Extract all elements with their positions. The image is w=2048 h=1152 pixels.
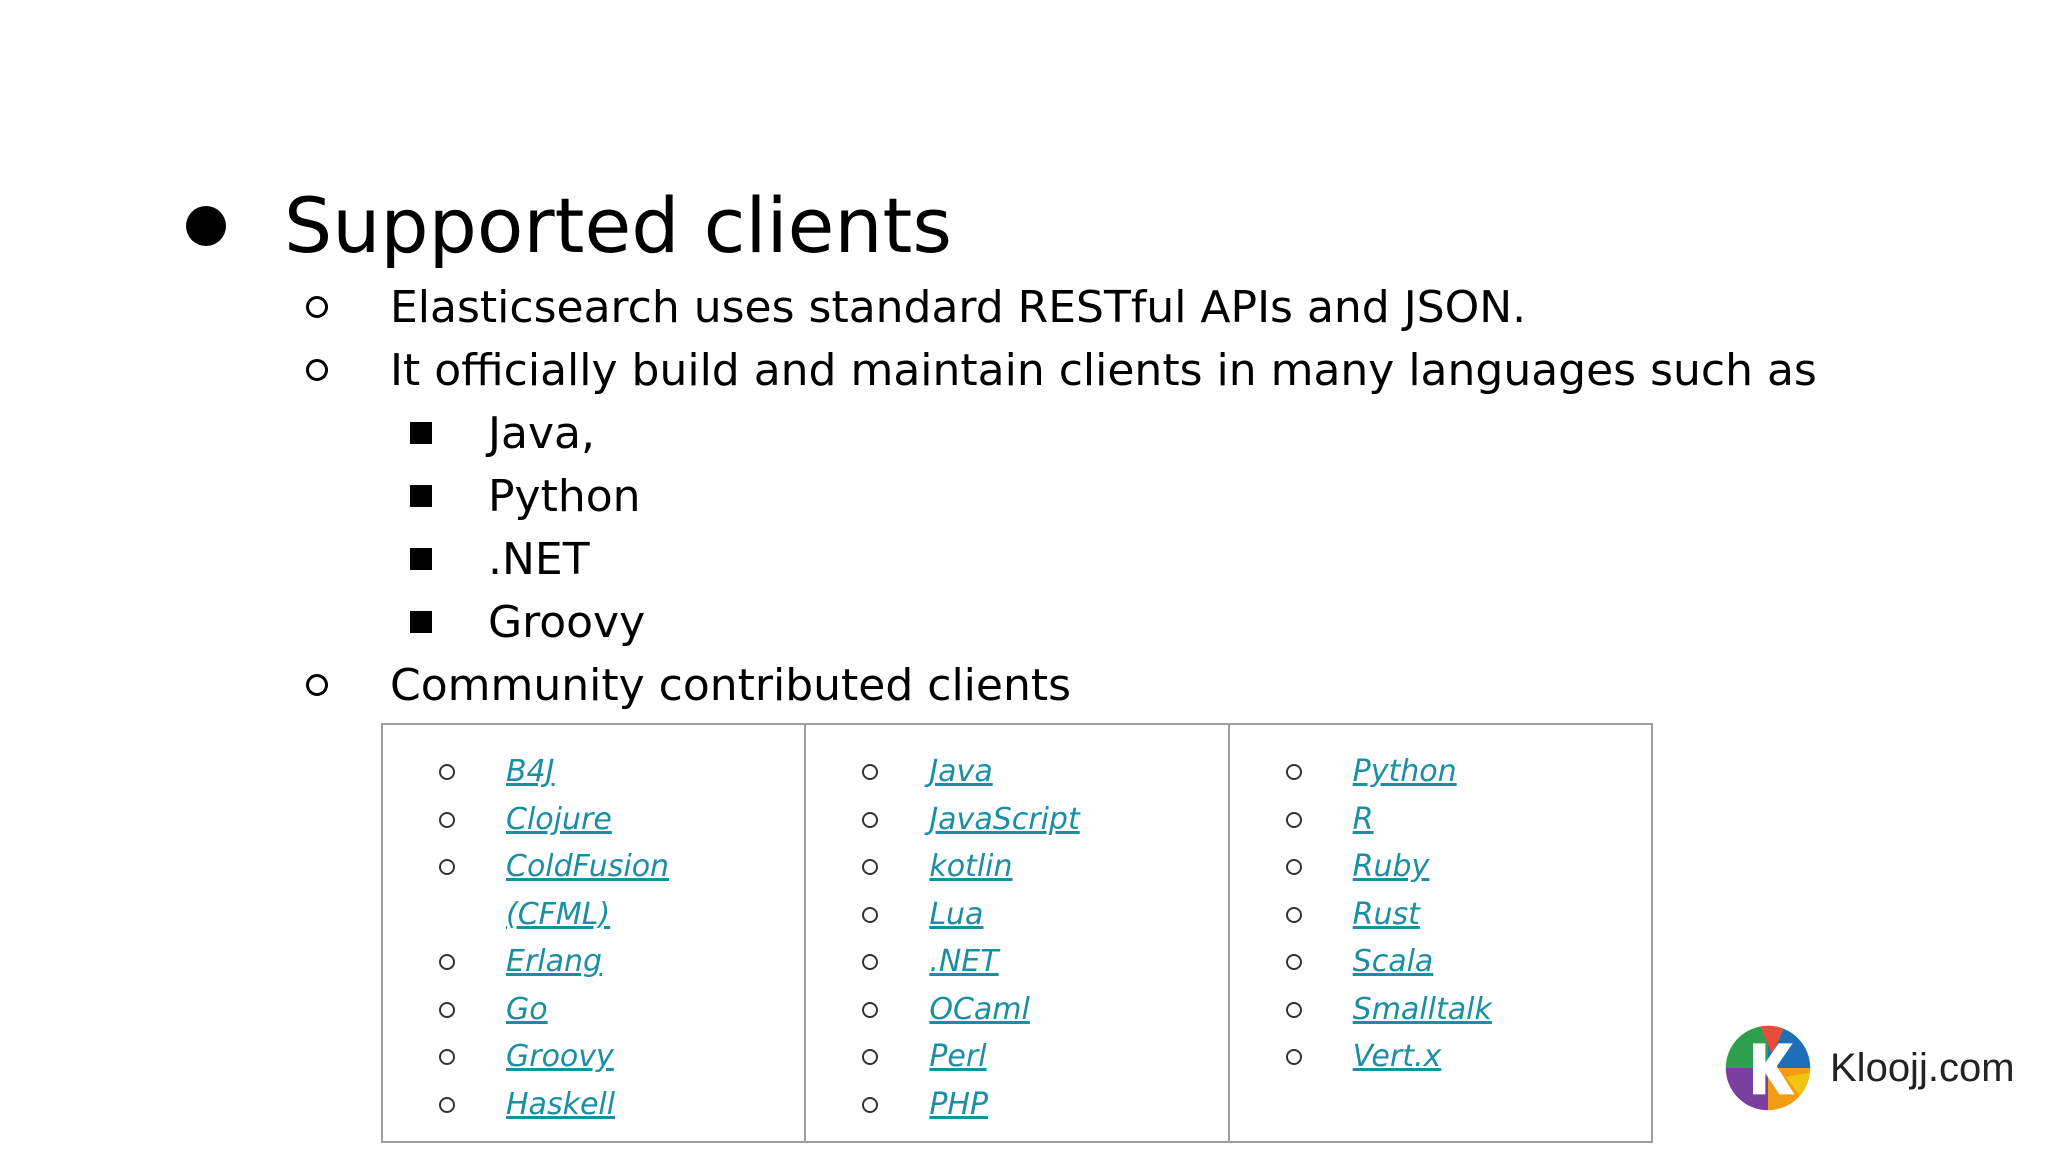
client-link-java[interactable]: Java: [929, 750, 992, 794]
language-item-java: Java,: [410, 402, 595, 464]
slide: Supported clients Elasticsearch uses sta…: [0, 0, 2048, 1152]
slide-title: Supported clients: [284, 181, 952, 270]
client-link-r[interactable]: R: [1353, 798, 1374, 842]
hollow-circle-bullet-icon: [1285, 1001, 1302, 1018]
hollow-circle-bullet-icon: [439, 811, 455, 828]
list-item: Scala: [1230, 940, 1651, 988]
point-restful: Elasticsearch uses standard RESTful APIs…: [306, 276, 1526, 338]
client-link-cfml[interactable]: (CFML): [506, 893, 610, 937]
list-item: Go: [383, 988, 804, 1036]
clients-column-3: Python R Ruby Rust Scala Smalltalk Vert.…: [1230, 725, 1651, 1141]
hollow-circle-bullet-icon: [1285, 954, 1302, 970]
community-clients-table: B4J Clojure ColdFusion (CFML) Erlang Go: [381, 723, 1653, 1143]
list-item: Java: [806, 750, 1227, 798]
list-item: .NET: [806, 940, 1227, 988]
list-item: Rust: [1230, 893, 1651, 941]
hollow-circle-bullet-icon: [439, 1001, 455, 1018]
title-row: Supported clients: [186, 178, 952, 274]
hollow-circle-bullet-icon: [1285, 764, 1302, 780]
list-item: JavaScript: [806, 798, 1227, 846]
hollow-circle-bullet-icon: [862, 859, 879, 875]
point-text: Community contributed clients: [390, 659, 1072, 711]
language-text: .NET: [488, 533, 590, 585]
client-link-ocaml[interactable]: OCaml: [929, 988, 1030, 1032]
list-item: Python: [1230, 750, 1651, 798]
client-link-ruby[interactable]: Ruby: [1353, 845, 1430, 889]
point-text: It officially build and maintain clients…: [390, 344, 1817, 396]
client-link-coldfusion[interactable]: ColdFusion: [506, 845, 669, 889]
square-bullet-icon: [410, 548, 432, 570]
client-link-b4j[interactable]: B4J: [506, 750, 555, 794]
client-link-groovy[interactable]: Groovy: [506, 1035, 614, 1079]
hollow-circle-bullet-icon: [1285, 811, 1302, 828]
list-item: Lua: [806, 893, 1227, 941]
hollow-circle-bullet-icon: [306, 296, 328, 318]
list-item: Perl: [806, 1035, 1227, 1083]
client-link-scala[interactable]: Scala: [1353, 940, 1434, 984]
client-link-haskell[interactable]: Haskell: [506, 1083, 615, 1127]
hollow-circle-bullet-icon: [1285, 1049, 1302, 1065]
hollow-circle-bullet-icon: [862, 1001, 879, 1018]
list-item: ColdFusion: [383, 845, 804, 893]
hollow-circle-bullet-icon: [862, 811, 879, 828]
hollow-circle-bullet-icon: [439, 859, 455, 875]
client-link-erlang[interactable]: Erlang: [506, 940, 602, 984]
hollow-circle-bullet-icon: [306, 674, 328, 696]
client-link-vertx[interactable]: Vert.x: [1353, 1035, 1442, 1079]
list-item: Groovy: [383, 1035, 804, 1083]
client-link-go[interactable]: Go: [506, 988, 548, 1032]
point-community-clients: Community contributed clients: [306, 654, 1071, 716]
square-bullet-icon: [410, 422, 432, 444]
client-link-rust[interactable]: Rust: [1353, 893, 1420, 937]
client-link-smalltalk[interactable]: Smalltalk: [1353, 988, 1492, 1032]
list-item: R: [1230, 798, 1651, 846]
list-item-continuation: (CFML): [383, 893, 804, 941]
client-link-php[interactable]: PHP: [929, 1083, 988, 1127]
client-link-kotlin[interactable]: kotlin: [929, 845, 1012, 889]
hollow-circle-bullet-icon: [1285, 906, 1302, 923]
list-item: Erlang: [383, 940, 804, 988]
square-bullet-icon: [410, 611, 432, 633]
logo-text[interactable]: Kloojj.com: [1830, 1044, 2015, 1092]
language-item-groovy: Groovy: [410, 591, 645, 653]
client-link-javascript[interactable]: JavaScript: [929, 798, 1079, 842]
language-item-python: Python: [410, 465, 641, 527]
filled-circle-bullet-icon: [186, 206, 226, 246]
hollow-circle-bullet-icon: [862, 1096, 879, 1113]
client-link-perl[interactable]: Perl: [929, 1035, 986, 1079]
list-item: Ruby: [1230, 845, 1651, 893]
hollow-circle-bullet-icon: [439, 954, 455, 970]
list-item: PHP: [806, 1083, 1227, 1131]
list-item: Smalltalk: [1230, 988, 1651, 1036]
list-item: B4J: [383, 750, 804, 798]
hollow-circle-bullet-icon: [439, 1096, 455, 1113]
hollow-circle-bullet-icon: [439, 1049, 455, 1065]
language-item-dotnet: .NET: [410, 528, 590, 590]
language-text: Java,: [488, 407, 595, 459]
hollow-circle-bullet-icon: [306, 359, 328, 381]
list-item: Vert.x: [1230, 1035, 1651, 1083]
point-official-clients: It officially build and maintain clients…: [306, 339, 1817, 401]
client-link-lua[interactable]: Lua: [929, 893, 983, 937]
language-text: Python: [488, 470, 641, 522]
language-text: Groovy: [488, 596, 646, 648]
list-item: kotlin: [806, 845, 1227, 893]
client-link-clojure[interactable]: Clojure: [506, 798, 612, 842]
hollow-circle-bullet-icon: [862, 764, 879, 780]
hollow-circle-bullet-icon: [862, 954, 879, 970]
client-link-python[interactable]: Python: [1353, 750, 1457, 794]
kloojj-k-logo-icon: [1725, 1025, 1811, 1111]
square-bullet-icon: [410, 485, 432, 507]
list-item: OCaml: [806, 988, 1227, 1036]
hollow-circle-bullet-icon: [439, 764, 455, 780]
list-item: Haskell: [383, 1083, 804, 1131]
hollow-circle-bullet-icon: [862, 906, 879, 923]
list-item: Clojure: [383, 798, 804, 846]
clients-column-1: B4J Clojure ColdFusion (CFML) Erlang Go: [383, 725, 807, 1141]
clients-column-2: Java JavaScript kotlin Lua .NET OCaml Pe…: [806, 725, 1230, 1141]
hollow-circle-bullet-icon: [862, 1049, 879, 1065]
point-text: Elasticsearch uses standard RESTful APIs…: [390, 281, 1527, 333]
client-link-dotnet[interactable]: .NET: [929, 940, 998, 984]
hollow-circle-bullet-icon: [1285, 859, 1302, 875]
